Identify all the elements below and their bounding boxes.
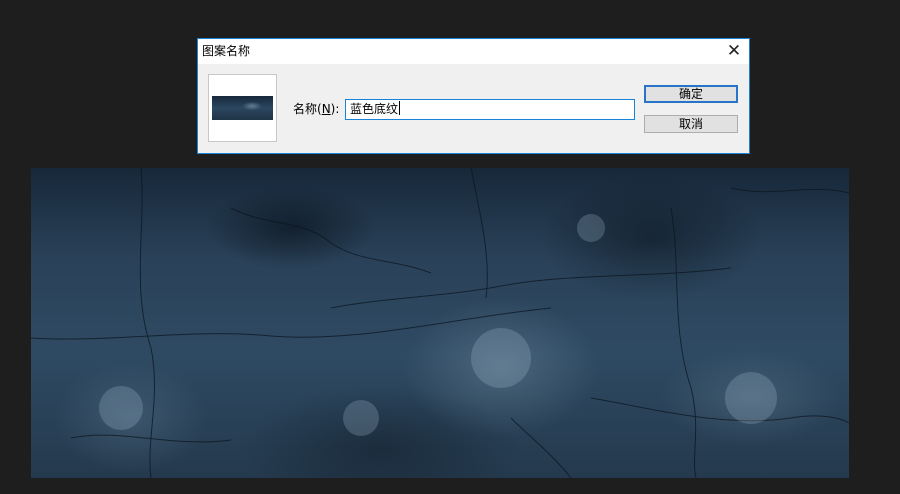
pattern-canvas[interactable] (31, 168, 849, 478)
texture-cracks (31, 168, 849, 478)
workspace: 图案名称 ✕ 名称(N): 蓝色底纹 确定 取消 (0, 0, 900, 494)
name-input-value: 蓝色底纹 (350, 102, 399, 116)
name-input[interactable]: 蓝色底纹 (345, 99, 635, 120)
name-label: 名称(N): (293, 101, 339, 117)
dialog-title: 图案名称 (202, 44, 251, 58)
pattern-name-dialog: 图案名称 ✕ 名称(N): 蓝色底纹 确定 取消 (197, 38, 750, 154)
pattern-preview-swatch (212, 96, 273, 120)
dialog-titlebar[interactable]: 图案名称 ✕ (198, 39, 749, 64)
close-icon[interactable]: ✕ (723, 41, 745, 61)
text-caret (399, 101, 401, 115)
name-label-prefix: 名称( (293, 102, 322, 116)
name-label-mnemonic: N (321, 102, 331, 116)
cancel-button[interactable]: 取消 (644, 115, 738, 133)
name-label-suffix: ): (330, 102, 340, 116)
ok-button[interactable]: 确定 (644, 85, 738, 103)
pattern-preview (208, 74, 277, 142)
